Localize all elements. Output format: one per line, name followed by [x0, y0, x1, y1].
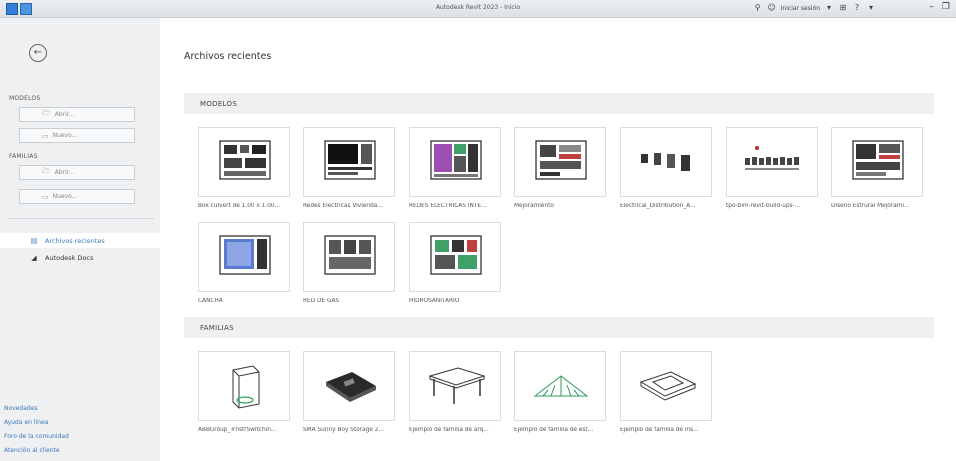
sidebar-item-label: Autodesk Docs [45, 253, 94, 262]
sidebar-item-autodesk-docs[interactable]: ◢ Autodesk Docs [0, 250, 160, 265]
open-family-button[interactable]: 🗁 Abrir... [19, 165, 135, 180]
binoculars-icon[interactable]: ⚲ [753, 3, 763, 13]
family-file-name[interactable]: Ejemplo de familia de ins... [620, 427, 720, 433]
open-model-button[interactable]: 🗁 Abrir... [19, 107, 135, 122]
family-thumbnail[interactable] [198, 351, 290, 421]
model-file-name[interactable]: Mejoramiento [514, 203, 614, 209]
help-icon[interactable]: ? [852, 3, 862, 13]
folder-open-icon: 🗁 [42, 109, 51, 117]
title-bar-tools: ⚲ ☺ Iniciar sesión ▾ ⊞ ? ▾ [753, 3, 876, 13]
familias-label: FAMILIAS [9, 153, 38, 160]
link-atencion-cliente[interactable]: Atención al cliente [4, 447, 60, 454]
chevron-down-icon[interactable]: ▾ [824, 3, 834, 13]
model-file-name[interactable]: Diseño Estrural Mejorami... [831, 203, 931, 209]
title-bar: Autodesk Revit 2023 - Inicio ⚲ ☺ Iniciar… [0, 0, 956, 18]
window-controls: – ❐ [929, 2, 950, 12]
family-thumbnail[interactable] [409, 351, 501, 421]
main-content: Archivos recientes MODELOS Box culvert d… [160, 18, 956, 461]
model-thumbnail[interactable] [198, 127, 290, 197]
model-thumbnail[interactable] [409, 127, 501, 197]
model-file-name[interactable]: REDES ELECTRICAS INTE... [409, 203, 509, 209]
sidebar: ← MODELOS 🗁 Abrir... ▭ Nuevo... FAMILIAS… [0, 18, 160, 461]
new-model-button[interactable]: ▭ Nuevo... [19, 128, 135, 143]
family-thumbnail[interactable] [514, 351, 606, 421]
link-novedades[interactable]: Novedades [4, 405, 38, 412]
model-thumbnail[interactable] [409, 222, 501, 292]
model-file-name[interactable]: Box culvert de 1.00 x 1.00... [198, 203, 298, 209]
cart-icon[interactable]: ⊞ [838, 3, 848, 13]
sidebar-divider [9, 218, 154, 219]
modelos-label: MODELOS [9, 95, 41, 102]
page-title: Archivos recientes [184, 51, 272, 62]
open-family-label: Abrir... [54, 169, 75, 176]
sidebar-item-label: Archivos recientes [45, 236, 105, 245]
user-icon[interactable]: ☺ [767, 3, 777, 13]
back-arrow-icon[interactable]: ← [29, 44, 47, 62]
signin-link[interactable]: Iniciar sesión [781, 5, 820, 12]
folder-open-icon: 🗁 [42, 167, 51, 175]
minimize-icon[interactable]: – [929, 2, 934, 12]
model-thumbnail[interactable] [303, 222, 395, 292]
model-file-name[interactable]: RED DE GAS [303, 298, 403, 304]
new-family-label: Nuevo... [52, 193, 78, 200]
restore-icon[interactable]: ❐ [942, 2, 950, 12]
model-thumbnail[interactable] [198, 222, 290, 292]
family-thumbnail[interactable] [303, 351, 395, 421]
model-thumbnail[interactable] [620, 127, 712, 197]
model-file-name[interactable]: Redes Electricas Vivienda... [303, 203, 403, 209]
model-file-name[interactable]: CANCHA [198, 298, 298, 304]
family-file-name[interactable]: ABBGroup_TrnsfrSwitchin... [198, 427, 298, 433]
new-file-icon: ▭ [42, 192, 49, 201]
link-ayuda-en-linea[interactable]: Ayuda en línea [4, 419, 48, 426]
chevron-down-icon[interactable]: ▾ [866, 3, 876, 13]
new-file-icon: ▭ [42, 131, 49, 140]
sidebar-item-recent-files[interactable]: ▤ Archivos recientes [0, 233, 160, 248]
link-foro-comunidad[interactable]: Foro de la comunidad [4, 433, 69, 440]
recent-files-icon: ▤ [30, 236, 38, 245]
model-thumbnail[interactable] [303, 127, 395, 197]
model-file-name[interactable]: Electrical_Distribution_A... [620, 203, 720, 209]
family-file-name[interactable]: Ejemplo de familia de est... [514, 427, 614, 433]
familias-section-header: FAMILIAS [184, 317, 934, 338]
family-thumbnail[interactable] [620, 351, 712, 421]
new-family-button[interactable]: ▭ Nuevo... [19, 189, 135, 204]
new-model-label: Nuevo... [52, 132, 78, 139]
autodesk-logo-icon: ◢ [31, 253, 37, 262]
family-file-name[interactable]: Ejemplo de familia de arq... [409, 427, 509, 433]
modelos-section-header: MODELOS [184, 93, 934, 114]
model-thumbnail[interactable] [726, 127, 818, 197]
model-thumbnail[interactable] [831, 127, 923, 197]
family-file-name[interactable]: SMA Sunny Boy Storage 2... [303, 427, 403, 433]
open-model-label: Abrir... [54, 111, 75, 118]
model-file-name[interactable]: tpo-bim-revit-build-ups-... [726, 203, 826, 209]
model-thumbnail[interactable] [514, 127, 606, 197]
model-file-name[interactable]: HIDROSANITARIO [409, 298, 509, 304]
